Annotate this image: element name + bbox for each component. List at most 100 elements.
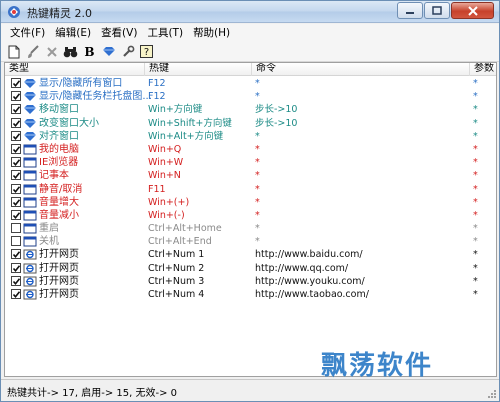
table-row[interactable]: 我的电脑 Win+Q * * [5,143,496,156]
command-cell: * [255,130,260,142]
checkmark-icon [12,80,21,88]
table-row[interactable]: 重启 Ctrl+Alt+Home * * [5,222,496,235]
gem-icon [102,47,115,56]
enable-checkbox[interactable] [11,262,21,273]
enable-checkbox[interactable] [11,223,21,234]
maximize-icon [432,6,442,15]
param-cell: * [473,249,478,261]
enable-checkbox[interactable] [11,143,21,154]
diamond-icon [23,78,37,89]
ie-icon [23,249,37,260]
hotkey-cell: Win+W [148,157,184,169]
checkmark-icon [12,159,21,167]
menu-help[interactable]: 帮助(H) [188,24,235,42]
type-cell: 移动窗口 [39,104,79,116]
menu-tools[interactable]: 工具(T) [142,24,188,42]
minimize-button[interactable] [397,2,423,19]
table-row[interactable]: 音量减小 Win+(-) * * [5,209,496,222]
type-cell: 打开网页 [39,275,79,287]
hotkey-cell: F12 [148,91,166,103]
enable-checkbox[interactable] [11,209,21,220]
table-row[interactable]: 关机 Ctrl+Alt+End * * [5,235,496,248]
command-cell: * [255,78,260,89]
param-cell: * [473,209,478,221]
enable-checkbox[interactable] [11,130,21,141]
svg-text:?: ? [144,47,149,58]
type-cell: 显示/隐藏任务栏托盘图... [39,91,152,103]
table-row[interactable]: 音量增大 Win+(+) * * [5,196,496,209]
bold-icon: B [84,44,95,59]
command-cell: * [255,91,260,103]
window-icon [23,197,37,208]
find-icon [63,46,78,57]
new-button[interactable] [4,43,23,61]
checkmark-icon [12,278,21,285]
window-icon [23,236,37,247]
table-row[interactable]: 打开网页 Ctrl+Num 1 http://www.baidu.com/ * [5,248,496,261]
enable-checkbox[interactable] [11,170,21,181]
checkmark-icon [12,198,21,206]
table-row[interactable]: 移动窗口 Win+方向键 步长->10 * [5,103,496,116]
gem-button[interactable] [99,43,118,61]
status-bar: 热键共计-> 17, 启用-> 15, 无效-> 0 [1,379,499,401]
table-row[interactable]: 打开网页 Ctrl+Num 2 http://www.qq.com/ * [5,262,496,275]
column-header-hotkey[interactable]: 热键 [145,63,252,76]
menu-file[interactable]: 文件(F) [5,24,50,42]
brush-icon [27,44,39,58]
param-cell: * [473,91,478,103]
close-button[interactable] [451,2,494,19]
list-rows: 显示/隐藏所有窗口 F12 * * 显示/隐藏任务栏托盘图... F12 * * 移动窗口 Win… [5,77,496,301]
table-row[interactable]: 改变窗口大小 Win+Shift+方向键 步长->10 * [5,117,496,130]
enable-checkbox[interactable] [11,183,21,194]
table-row[interactable]: 显示/隐藏任务栏托盘图... F12 * * [5,90,496,103]
tools-button[interactable] [118,43,137,61]
maximize-button[interactable] [424,2,450,19]
window-icon [23,223,37,234]
window-icon [23,157,37,168]
type-cell: 音量增大 [39,196,79,208]
edit-button[interactable] [23,43,42,61]
column-header-param[interactable]: 参数 [470,63,496,76]
table-row[interactable]: 打开网页 Ctrl+Num 3 http://www.youku.com/ * [5,275,496,288]
enable-checkbox[interactable] [11,289,21,299]
enable-checkbox[interactable] [11,117,21,128]
column-header-type[interactable]: 类型 [5,63,145,76]
table-row[interactable]: IE浏览器 Win+W * * [5,156,496,169]
delete-icon [46,46,57,57]
table-row[interactable]: 打开网页 Ctrl+Num 4 http://www.taobao.com/ * [5,288,496,301]
checkmark-icon [12,264,21,272]
type-cell: 记事本 [39,170,69,182]
window-icon [23,144,37,155]
bold-button[interactable]: B [80,43,99,61]
table-row[interactable]: 显示/隐藏所有窗口 F12 * * [5,77,496,90]
table-row[interactable]: 静音/取消 F11 * * [5,183,496,196]
enable-checkbox[interactable] [11,78,21,88]
enable-checkbox[interactable] [11,157,21,168]
column-header-command[interactable]: 命令 [252,63,470,76]
menu-view[interactable]: 查看(V) [96,24,142,42]
command-cell: http://www.qq.com/ [255,262,349,274]
enable-checkbox[interactable] [11,196,21,207]
param-cell: * [473,117,478,129]
param-cell: * [473,78,478,89]
type-cell: 音量减小 [39,209,79,221]
title-bar[interactable]: 热键精灵 2.0 [1,1,499,23]
enable-checkbox[interactable] [11,104,21,115]
find-button[interactable] [61,43,80,61]
help-button[interactable]: ? [137,43,156,61]
enable-checkbox[interactable] [11,249,21,260]
hotkey-list[interactable]: 类型 热键 命令 参数 显示/隐藏所有窗口 F12 * * 显示/隐藏任务栏托盘图...… [4,62,497,377]
enable-checkbox[interactable] [11,275,21,286]
menu-edit[interactable]: 编辑(E) [50,24,96,42]
checkmark-icon [12,185,21,193]
diamond-icon [23,104,37,115]
delete-button[interactable] [42,43,61,61]
table-row[interactable]: 对齐窗口 Win+Alt+方向键 * * [5,130,496,143]
type-cell: 重启 [39,223,59,235]
enable-checkbox[interactable] [11,236,21,247]
type-cell: 显示/隐藏所有窗口 [39,78,123,89]
resize-grip-icon[interactable] [486,388,497,399]
table-row[interactable]: 记事本 Win+N * * [5,169,496,182]
enable-checkbox[interactable] [11,91,21,102]
minimize-icon [406,11,414,14]
